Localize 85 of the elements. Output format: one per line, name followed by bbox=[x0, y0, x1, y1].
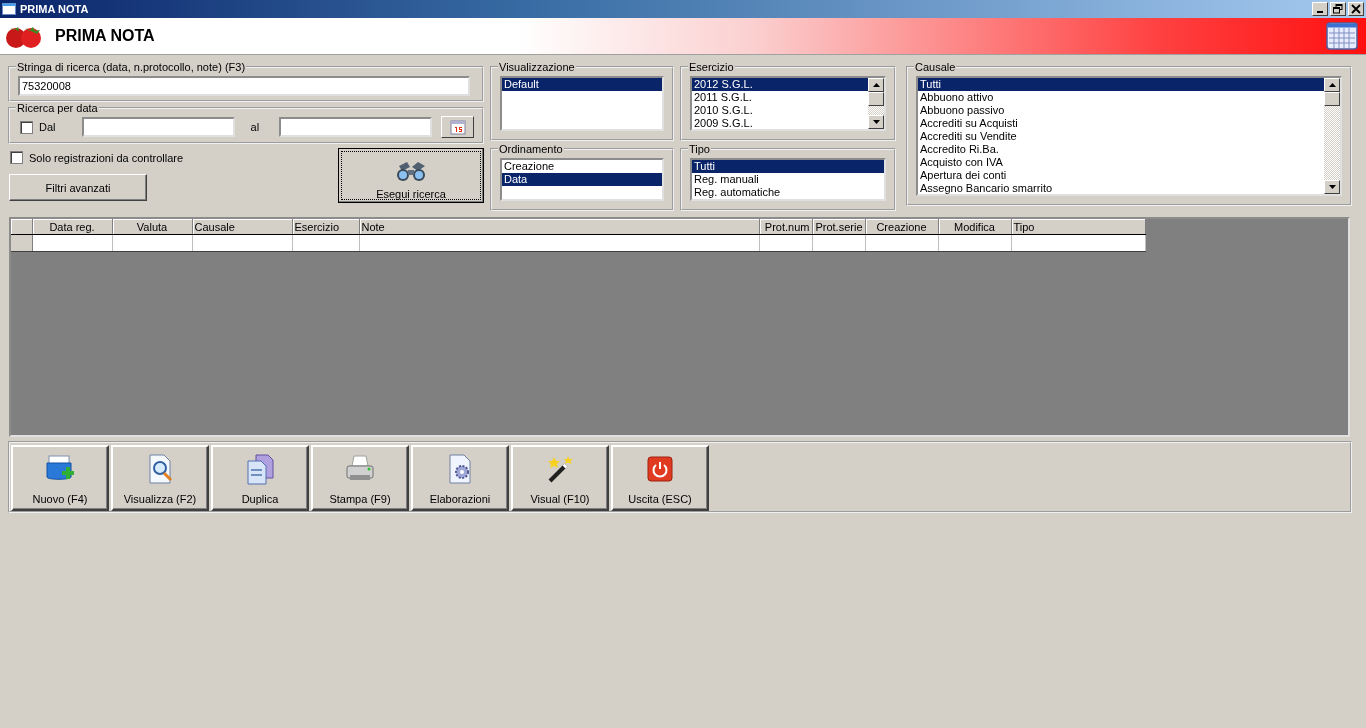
column-header[interactable]: Esercizio bbox=[292, 219, 359, 235]
list-item[interactable]: 2009 S.G.L. bbox=[692, 117, 868, 129]
restore-button[interactable] bbox=[1330, 2, 1346, 16]
scrollbar-thumb[interactable] bbox=[868, 92, 884, 106]
toolbar-button[interactable]: Visual (F10) bbox=[511, 445, 609, 511]
calendar-icon bbox=[449, 119, 466, 135]
column-header[interactable]: Tipo bbox=[1011, 219, 1145, 235]
minimize-icon bbox=[1317, 11, 1323, 13]
scrollbar-track[interactable] bbox=[868, 78, 884, 129]
group-label: Ordinamento bbox=[498, 143, 564, 155]
pages-icon bbox=[244, 453, 276, 485]
window-icon bbox=[2, 3, 16, 15]
column-header[interactable]: Creazione bbox=[865, 219, 938, 235]
list-item[interactable]: Abbuono attivo bbox=[918, 91, 1324, 104]
binoculars-icon bbox=[395, 160, 427, 182]
scrollbar-thumb[interactable] bbox=[1324, 92, 1340, 106]
window-title: PRIMA NOTA bbox=[20, 3, 90, 15]
search-button[interactable]: Esegui ricerca bbox=[338, 148, 484, 203]
column-header[interactable]: Modifica bbox=[938, 219, 1011, 235]
minimize-button[interactable] bbox=[1312, 2, 1328, 16]
list-box[interactable]: Default bbox=[500, 76, 664, 131]
list-box[interactable]: Tutti Abbuono attivo Abbuono passivo Accrediti su Acquisti Accrediti su Vendite Accredito Ri.Ba. Acquisto con IVA Apertura dei conti Assegno Bancario smarrito bbox=[916, 76, 1342, 196]
toolbar-button[interactable]: Visualizza (F2) bbox=[111, 445, 209, 511]
down-arrow-icon bbox=[1328, 185, 1336, 189]
list-item[interactable]: Abbuono passivo bbox=[918, 104, 1324, 117]
search-field[interactable]: 75320008 bbox=[18, 76, 470, 96]
list-item[interactable]: Tutti bbox=[918, 78, 1324, 91]
list-item[interactable]: Reg. manuali bbox=[692, 173, 884, 186]
list-item[interactable]: Accredito Ri.Ba. bbox=[918, 143, 1324, 156]
down-arrow-icon bbox=[872, 120, 880, 124]
date-to-field[interactable] bbox=[279, 117, 433, 137]
list-item[interactable]: Assegno Bancario smarrito bbox=[918, 182, 1324, 194]
scrollbar-track[interactable] bbox=[1324, 78, 1340, 194]
checkbox-label: Solo registrazioni da controllare bbox=[29, 151, 184, 164]
close-button[interactable] bbox=[1348, 2, 1364, 16]
toolbar-button[interactable]: Stampa (F9) bbox=[311, 445, 409, 511]
column-header[interactable]: Prot.num bbox=[759, 219, 812, 235]
list-box[interactable]: Creazione Data bbox=[500, 158, 664, 201]
toolbar-button[interactable]: Nuovo (F4) bbox=[11, 445, 109, 511]
column-header[interactable]: Note bbox=[359, 219, 759, 235]
toolbar-button[interactable]: Uscita (ESC) bbox=[611, 445, 709, 511]
column-header[interactable]: Prot.serie bbox=[812, 219, 865, 235]
page-title: PRIMA NOTA bbox=[55, 27, 156, 45]
column-header[interactable]: Valuta bbox=[112, 219, 192, 235]
list-box[interactable]: 2012 S.G.L. 2011 S.G.L. 2010 S.G.L. 2009 S.G.L. bbox=[690, 76, 886, 131]
group-label: Causale bbox=[914, 61, 957, 73]
list-item[interactable]: Default bbox=[502, 78, 662, 91]
list-item[interactable]: Apertura dei conti bbox=[918, 169, 1324, 182]
group-label: Esercizio bbox=[688, 61, 735, 73]
toolbar-button[interactable]: Elaborazioni bbox=[411, 445, 509, 511]
date-to-label: al bbox=[250, 121, 260, 133]
checkbox[interactable] bbox=[10, 151, 23, 164]
group-label: Stringa di ricerca (data, n.protocollo, note) (F3) bbox=[16, 61, 247, 73]
column-header[interactable]: Data reg. bbox=[32, 219, 112, 235]
advanced-filters-button[interactable]: Filtri avanzati bbox=[9, 174, 147, 201]
calendar-icon bbox=[1326, 22, 1358, 50]
list-item[interactable]: Data bbox=[502, 173, 662, 186]
list-item[interactable]: Reg. automatiche bbox=[692, 186, 884, 199]
group-label: Tipo bbox=[688, 143, 711, 155]
power-icon bbox=[644, 453, 676, 485]
restore-icon bbox=[1333, 4, 1343, 14]
column-header[interactable]: Causale bbox=[192, 219, 292, 235]
list-item[interactable]: Acquisto con IVA bbox=[918, 156, 1324, 169]
up-arrow-icon bbox=[1328, 83, 1336, 87]
close-icon bbox=[1351, 4, 1361, 14]
list-item[interactable]: 2011 S.G.L. bbox=[692, 91, 868, 104]
date-from-field[interactable] bbox=[81, 117, 235, 137]
list-item[interactable]: 2010 S.G.L. bbox=[692, 104, 868, 117]
checkbox-label: Dal bbox=[39, 121, 56, 133]
list-box[interactable]: Tutti Reg. manuali Reg. automatiche bbox=[690, 158, 886, 201]
list-item[interactable]: Accrediti su Acquisti bbox=[918, 117, 1324, 130]
list-item[interactable]: Creazione bbox=[502, 160, 662, 173]
up-arrow-icon bbox=[872, 83, 880, 87]
group-label: Ricerca per data bbox=[16, 102, 99, 114]
list-item[interactable]: 2012 S.G.L. bbox=[692, 78, 868, 91]
toolbar-button[interactable]: Duplica bbox=[211, 445, 309, 511]
list-item[interactable]: Tutti bbox=[692, 160, 884, 173]
scroll-up-button[interactable] bbox=[1324, 78, 1340, 92]
calendar-button[interactable] bbox=[441, 116, 474, 138]
scroll-down-button[interactable] bbox=[1324, 180, 1340, 194]
checkbox[interactable] bbox=[20, 120, 33, 134]
list-item[interactable]: Accrediti su Vendite bbox=[918, 130, 1324, 143]
scroll-up-button[interactable] bbox=[868, 78, 884, 92]
scroll-down-button[interactable] bbox=[868, 115, 884, 129]
group-label: Visualizzazione bbox=[498, 61, 576, 73]
